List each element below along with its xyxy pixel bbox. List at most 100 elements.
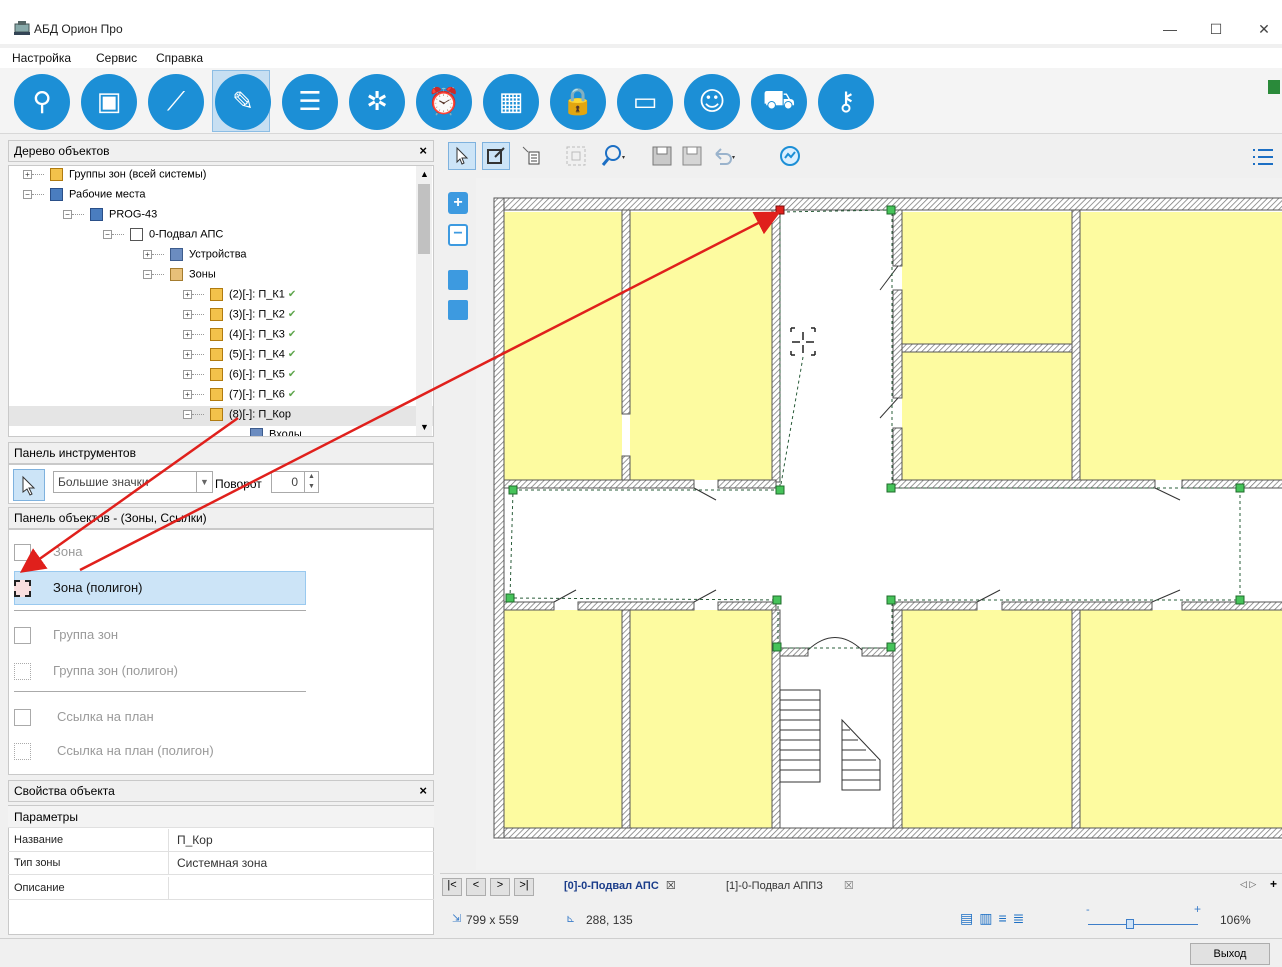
tab-close-icon[interactable]: ☒ xyxy=(844,880,854,892)
save-as-icon[interactable] xyxy=(680,144,704,168)
access-lock-button[interactable]: 🔒 xyxy=(550,74,606,130)
properties-close-icon[interactable]: × xyxy=(419,781,427,801)
collapse-icon[interactable]: − xyxy=(63,210,72,219)
properties-tool-icon[interactable] xyxy=(520,144,544,168)
import-icon[interactable] xyxy=(448,270,468,290)
prop-value[interactable]: П_Кор xyxy=(168,829,432,851)
prop-row-zone-type[interactable]: Тип зоны Системная зона xyxy=(8,852,434,875)
object-plan-link-polygon[interactable]: Ссылка на план (полигон) xyxy=(14,743,214,761)
zoom-minus-icon[interactable]: - xyxy=(1086,904,1090,916)
object-zone-group-polygon[interactable]: Группа зон (полигон) xyxy=(14,663,178,681)
expand-icon[interactable]: + xyxy=(183,390,192,399)
export-icon[interactable] xyxy=(448,300,468,320)
expand-icon[interactable]: + xyxy=(183,310,192,319)
object-zone-polygon[interactable]: Зона (полигон) xyxy=(14,580,142,598)
wheel-button[interactable]: ✲ xyxy=(349,74,405,130)
tree-item[interactable]: − (8)[-]: П_Кор xyxy=(9,406,433,426)
tree-item[interactable]: − Зоны xyxy=(9,266,433,286)
tab-scroll-arrows-icon[interactable]: ◁ ▷ xyxy=(1240,879,1256,890)
barrier-button[interactable]: ⟋ xyxy=(148,74,204,130)
save-icon[interactable] xyxy=(650,144,674,168)
tree-item[interactable]: − Рабочие места xyxy=(9,186,433,206)
prev-tab-button[interactable]: < xyxy=(466,878,486,896)
scroll-down-icon[interactable]: ▼ xyxy=(420,422,429,432)
expand-icon[interactable]: + xyxy=(183,330,192,339)
align-icons[interactable]: ▤▥≡≣ xyxy=(960,910,1030,927)
list-button[interactable]: ☰ xyxy=(282,74,338,130)
fit-icon[interactable] xyxy=(564,144,588,168)
undo-icon[interactable] xyxy=(710,144,738,168)
prop-row-name[interactable]: Название П_Кор xyxy=(8,829,434,852)
refresh-icon[interactable] xyxy=(778,144,802,168)
search-button[interactable]: ⚲ xyxy=(14,74,70,130)
menu-list-icon[interactable] xyxy=(1250,144,1276,170)
menu-help[interactable]: Справка xyxy=(156,51,203,65)
zoom-in-icon[interactable]: + xyxy=(448,192,468,214)
icon-size-select[interactable]: Большие значки ▼ xyxy=(53,471,213,493)
object-plan-link[interactable]: Ссылка на план xyxy=(14,709,154,727)
add-tab-icon[interactable]: + xyxy=(1270,877,1277,891)
first-tab-button[interactable]: |< xyxy=(442,878,462,896)
scroll-up-icon[interactable]: ▲ xyxy=(420,169,429,179)
tree-item[interactable]: − PROG-43 xyxy=(9,206,433,226)
maximize-button[interactable]: ☐ xyxy=(1206,22,1226,36)
tree-item[interactable]: − 0-Подвал АПС xyxy=(9,226,433,246)
expand-icon[interactable]: + xyxy=(143,250,152,259)
expand-icon[interactable]: + xyxy=(183,370,192,379)
tree-item[interactable]: + Устройства xyxy=(9,246,433,266)
tree-item[interactable]: + (6)[-]: П_К5 ✔ xyxy=(9,366,433,386)
plan-edit-button[interactable]: ✎ xyxy=(215,74,271,130)
expand-icon[interactable]: + xyxy=(23,170,32,179)
prop-value[interactable] xyxy=(168,877,432,899)
tree-item[interactable]: + (2)[-]: П_К1 ✔ xyxy=(9,286,433,306)
zoom-out-icon[interactable]: − xyxy=(448,224,468,246)
rotate-stepper[interactable]: 0 ▲ ▼ xyxy=(271,471,319,493)
chevron-down-icon[interactable]: ▼ xyxy=(196,472,212,492)
alarm-clock-button[interactable]: ⏰ xyxy=(416,74,472,130)
select-tool-button[interactable] xyxy=(448,142,476,170)
edit-tool-button[interactable] xyxy=(482,142,510,170)
last-tab-button[interactable]: >| xyxy=(514,878,534,896)
zoom-plus-icon[interactable]: + xyxy=(1194,902,1201,916)
prop-value[interactable]: Системная зона xyxy=(168,852,432,874)
zoom-slider[interactable] xyxy=(1088,924,1198,925)
schedule-button[interactable]: ▦ xyxy=(483,74,539,130)
tree-scroll-thumb[interactable] xyxy=(418,184,430,254)
tree-item[interactable]: + (4)[-]: П_К3 ✔ xyxy=(9,326,433,346)
prop-row-description[interactable]: Описание xyxy=(8,877,434,900)
next-tab-button[interactable]: > xyxy=(490,878,510,896)
id-card-button[interactable]: ▭ xyxy=(617,74,673,130)
tree-item[interactable]: + (7)[-]: П_К6 ✔ xyxy=(9,386,433,406)
grid-icon[interactable] xyxy=(1268,80,1280,94)
tree-item[interactable]: + (5)[-]: П_К4 ✔ xyxy=(9,346,433,366)
menu-settings[interactable]: Настройка xyxy=(12,51,71,65)
menu-service[interactable]: Сервис xyxy=(96,51,137,65)
collapse-icon[interactable]: − xyxy=(23,190,32,199)
tab-close-icon[interactable]: ☒ xyxy=(666,880,676,892)
users-button[interactable]: ☺ xyxy=(684,74,740,130)
tree-item[interactable]: + (3)[-]: П_К2 ✔ xyxy=(9,306,433,326)
car-button[interactable]: ⛟ xyxy=(751,74,807,130)
devices-button[interactable]: ▣ xyxy=(81,74,137,130)
minimize-button[interactable]: — xyxy=(1160,22,1180,36)
collapse-icon[interactable]: − xyxy=(103,230,112,239)
object-zone-group[interactable]: Группа зон xyxy=(14,627,118,645)
expand-icon[interactable]: + xyxy=(183,350,192,359)
tree-item[interactable]: Входы xyxy=(9,426,433,436)
floor-plan[interactable] xyxy=(476,178,1282,870)
zoom-icon[interactable] xyxy=(600,144,628,168)
tree-item[interactable]: + Группы зон (всей системы) xyxy=(9,166,433,186)
collapse-icon[interactable]: − xyxy=(183,410,192,419)
expand-icon[interactable]: + xyxy=(183,290,192,299)
exit-button[interactable]: Выход xyxy=(1190,943,1270,965)
stepper-arrows-icon[interactable]: ▲ ▼ xyxy=(304,472,318,492)
pointer-tool-button[interactable] xyxy=(13,469,45,501)
collapse-icon[interactable]: − xyxy=(143,270,152,279)
close-button[interactable]: ✕ xyxy=(1254,22,1274,36)
zoom-slider-thumb[interactable] xyxy=(1126,919,1134,929)
object-tree-close-icon[interactable]: × xyxy=(419,141,427,161)
object-zone[interactable]: Зона xyxy=(14,544,83,562)
key-button[interactable]: ⚷ xyxy=(818,74,874,130)
tab-plan-0[interactable]: [0]-0-Подвал АПС ☒ xyxy=(564,879,676,892)
plan-canvas[interactable] xyxy=(476,178,1282,870)
